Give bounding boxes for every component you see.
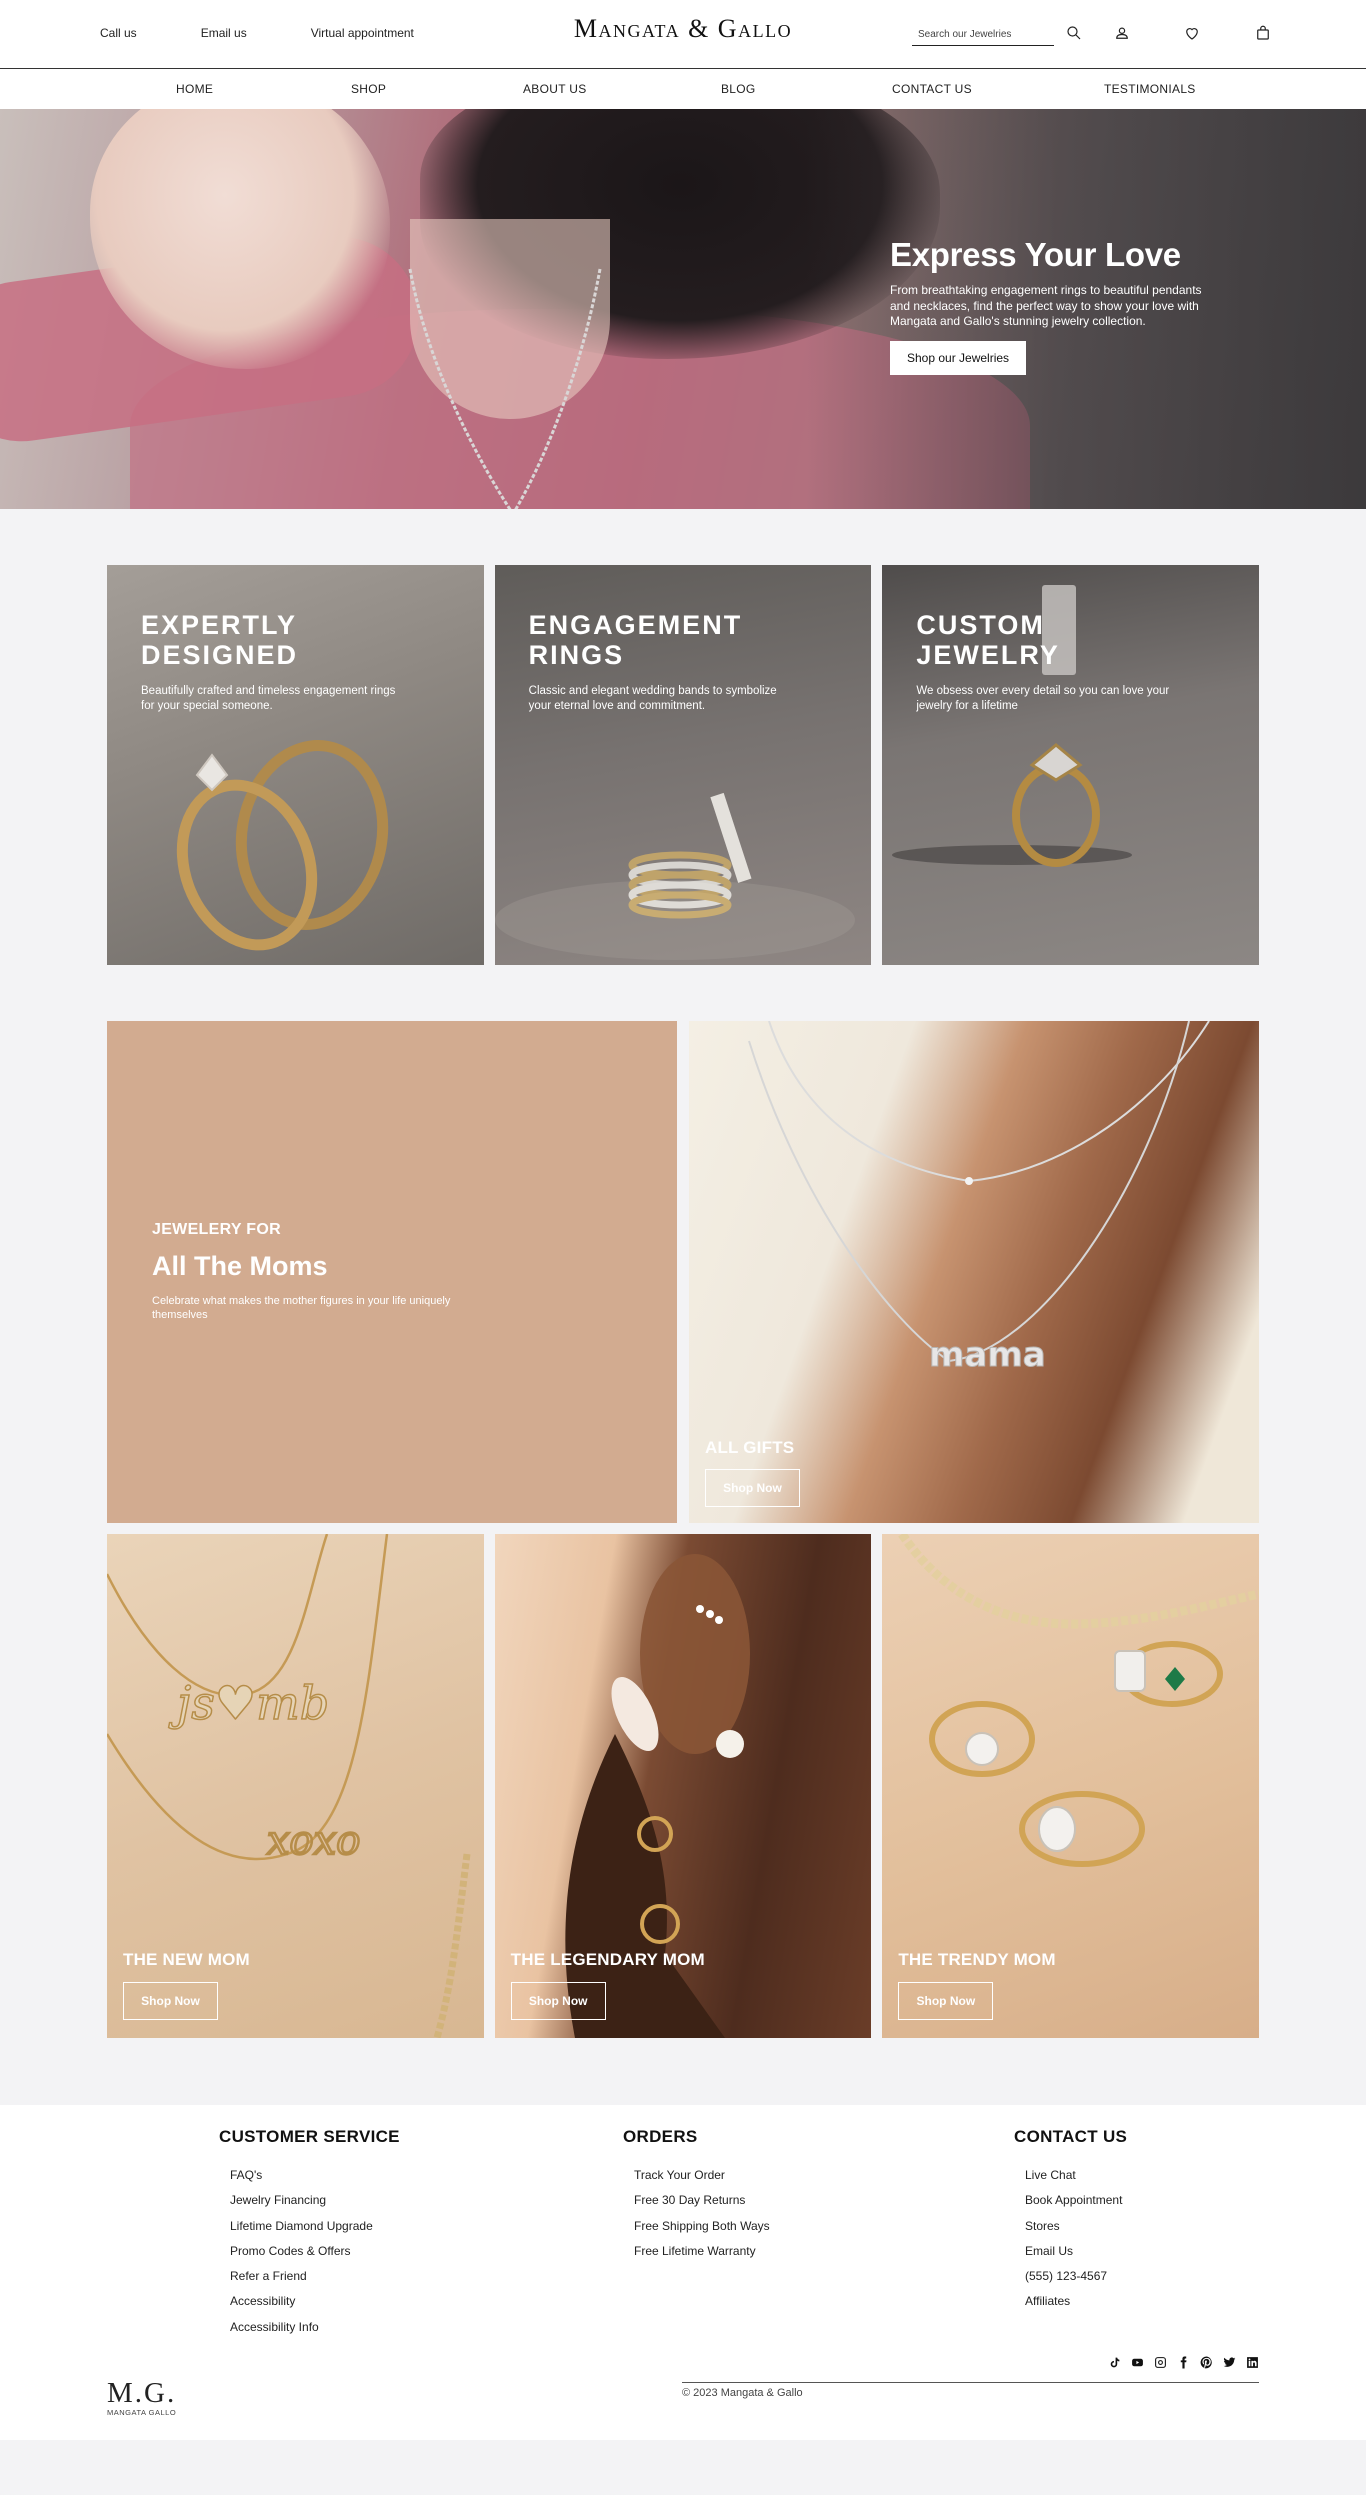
category-cards: EXPERTLY DESIGNED Beautifully crafted an… (107, 565, 1260, 965)
nav-contact-us[interactable]: CONTACT US (892, 82, 972, 96)
moms-text: Celebrate what makes the mother figures … (152, 1295, 451, 1322)
tile-new-mom[interactable]: js♥mb xoxo THE NEW MOM Shop Now (107, 1534, 484, 2038)
hero-title: Express Your Love (890, 236, 1181, 273)
monogram-subtext: MANGATA GALLO (107, 2408, 177, 2417)
tiktok-icon[interactable] (1107, 2355, 1121, 2369)
category-title: CUSTOM JEWELRY (916, 610, 1060, 670)
footer-link-diamond-upgrade[interactable]: Lifetime Diamond Upgrade (230, 2214, 400, 2239)
category-card-expertly-designed[interactable]: EXPERTLY DESIGNED Beautifully crafted an… (107, 565, 484, 965)
mom-tiles: js♥mb xoxo THE NEW MOM Shop Now THE LEGE… (107, 1534, 1260, 2038)
tile-label: THE LEGENDARY MOM (510, 1950, 705, 1969)
footer-heading: CUSTOMER SERVICE (219, 2127, 400, 2146)
footer-link-accessibility[interactable]: Accessibility (230, 2289, 400, 2314)
tile-label: THE NEW MOM (123, 1950, 250, 1969)
footer-heading: CONTACT US (1014, 2127, 1128, 2146)
nav-about-us[interactable]: ABOUT US (523, 82, 587, 96)
footer-link-warranty[interactable]: Free Lifetime Warranty (634, 2239, 770, 2264)
youtube-icon[interactable] (1130, 2355, 1144, 2369)
legendary-mom-shop-button[interactable]: Shop Now (510, 1982, 606, 2020)
instagram-icon[interactable] (1153, 2355, 1167, 2369)
tile-label: THE TRENDY MOM (898, 1950, 1056, 1969)
shop-jewelries-button[interactable]: Shop our Jewelries (890, 341, 1027, 376)
moms-copy: JEWELERY FOR All The Moms Celebrate what… (152, 1221, 452, 1323)
category-copy: CUSTOM JEWELRY We obsess over every deta… (916, 610, 1176, 713)
all-gifts-label: ALL GIFTS (705, 1438, 795, 1457)
category-text: Classic and elegant wedding bands to sym… (528, 685, 777, 712)
nav-blog[interactable]: BLOG (721, 82, 756, 96)
svg-text:xoxo: xoxo (267, 1818, 360, 1864)
brand-logo[interactable]: Mangata & Gallo (0, 14, 1366, 44)
pinterest-icon[interactable] (1199, 2355, 1213, 2369)
footer-link-returns[interactable]: Free 30 Day Returns (634, 2188, 770, 2213)
footer-link-refer-friend[interactable]: Refer a Friend (230, 2264, 400, 2289)
category-text: Beautifully crafted and timeless engagem… (141, 685, 396, 712)
moms-title: All The Moms (152, 1251, 328, 1281)
monogram-text: M.G. (107, 2377, 177, 2409)
mama-pendant-text: mama (929, 1335, 1046, 1375)
all-gifts-panel[interactable]: mama ALL GIFTS Shop Now (689, 1021, 1259, 1523)
footer-link-track-order[interactable]: Track Your Order (634, 2163, 770, 2188)
new-mom-shop-button[interactable]: Shop Now (123, 1982, 218, 2020)
footer-divider (682, 2382, 1259, 2383)
footer-link-book-appointment[interactable]: Book Appointment (1025, 2188, 1127, 2213)
social-links (1107, 2355, 1259, 2369)
all-gifts-shop-button[interactable]: Shop Now (705, 1469, 800, 1507)
hero-banner: Express Your Love From breathtaking enga… (0, 109, 1366, 509)
category-card-custom-jewelry[interactable]: CUSTOM JEWELRY We obsess over every deta… (882, 565, 1260, 965)
wishlist-heart-icon[interactable] (1180, 21, 1204, 45)
nav-testimonials[interactable]: TESTIMONIALS (1104, 82, 1196, 96)
category-title: EXPERTLY DESIGNED (141, 610, 299, 670)
moms-promo: JEWELERY FOR All The Moms Celebrate what… (107, 1021, 1259, 1523)
search-icon[interactable] (1062, 21, 1086, 45)
footer-customer-service: CUSTOMER SERVICE FAQ's Jewelry Financing… (219, 2127, 400, 2340)
moms-kicker: JEWELERY FOR (152, 1221, 281, 1238)
footer-link-stores[interactable]: Stores (1025, 2214, 1127, 2239)
category-copy: ENGAGEMENT RINGS Classic and elegant wed… (528, 610, 789, 713)
hero-necklace-image (408, 268, 602, 509)
footer-link-faqs[interactable]: FAQ's (230, 2163, 400, 2188)
footer-link-affiliates[interactable]: Affiliates (1025, 2289, 1127, 2314)
shopping-bag-icon[interactable] (1251, 21, 1275, 45)
footer-link-financing[interactable]: Jewelry Financing (230, 2188, 400, 2213)
facebook-icon[interactable] (1176, 2355, 1190, 2369)
svg-text:js♥mb: js♥mb (168, 1676, 329, 1730)
linkedin-icon[interactable] (1245, 2355, 1259, 2369)
hero-text: From breathtaking engagement rings to be… (890, 283, 1202, 329)
main-nav: HOME SHOP ABOUT US BLOG CONTACT US TESTI… (0, 69, 1366, 109)
footer-link-email[interactable]: Email Us (1025, 2239, 1127, 2264)
footer-contact: CONTACT US Live Chat Book Appointment St… (1014, 2127, 1127, 2315)
footer-link-phone[interactable]: (555) 123-4567 (1025, 2264, 1127, 2289)
footer-link-live-chat[interactable]: Live Chat (1025, 2163, 1127, 2188)
category-card-engagement-rings[interactable]: ENGAGEMENT RINGS Classic and elegant wed… (494, 565, 872, 965)
footer-link-free-shipping[interactable]: Free Shipping Both Ways (634, 2214, 770, 2239)
category-copy: EXPERTLY DESIGNED Beautifully crafted an… (141, 610, 401, 713)
footer-link-accessibility-info[interactable]: Accessibility Info (230, 2315, 400, 2340)
category-text: We obsess over every detail so you can l… (916, 685, 1170, 712)
nav-shop[interactable]: SHOP (351, 82, 386, 96)
moms-panel: JEWELERY FOR All The Moms Celebrate what… (107, 1021, 677, 1523)
footer-link-promo-codes[interactable]: Promo Codes & Offers (230, 2239, 400, 2264)
trendy-mom-shop-button[interactable]: Shop Now (898, 1982, 994, 2020)
tile-legendary-mom[interactable]: THE LEGENDARY MOM Shop Now (494, 1534, 872, 2038)
footer: CUSTOMER SERVICE FAQ's Jewelry Financing… (0, 2105, 1366, 2440)
copyright-text: © 2023 Mangata & Gallo (682, 2387, 803, 2399)
footer-monogram[interactable]: M.G. MANGATA GALLO (107, 2377, 176, 2417)
tile-trendy-mom[interactable]: THE TRENDY MOM Shop Now (882, 1534, 1260, 2038)
hero-copy: Express Your Love From breathtaking enga… (890, 236, 1220, 376)
footer-orders: ORDERS Track Your Order Free 30 Day Retu… (623, 2127, 770, 2264)
twitter-icon[interactable] (1222, 2355, 1236, 2369)
account-icon[interactable] (1110, 21, 1134, 45)
top-bar: Call us Email us Virtual appointment Man… (0, 0, 1366, 69)
footer-heading: ORDERS (623, 2127, 698, 2146)
search-input[interactable] (912, 22, 1054, 46)
category-title: ENGAGEMENT RINGS (528, 610, 743, 670)
nav-home[interactable]: HOME (176, 82, 213, 96)
